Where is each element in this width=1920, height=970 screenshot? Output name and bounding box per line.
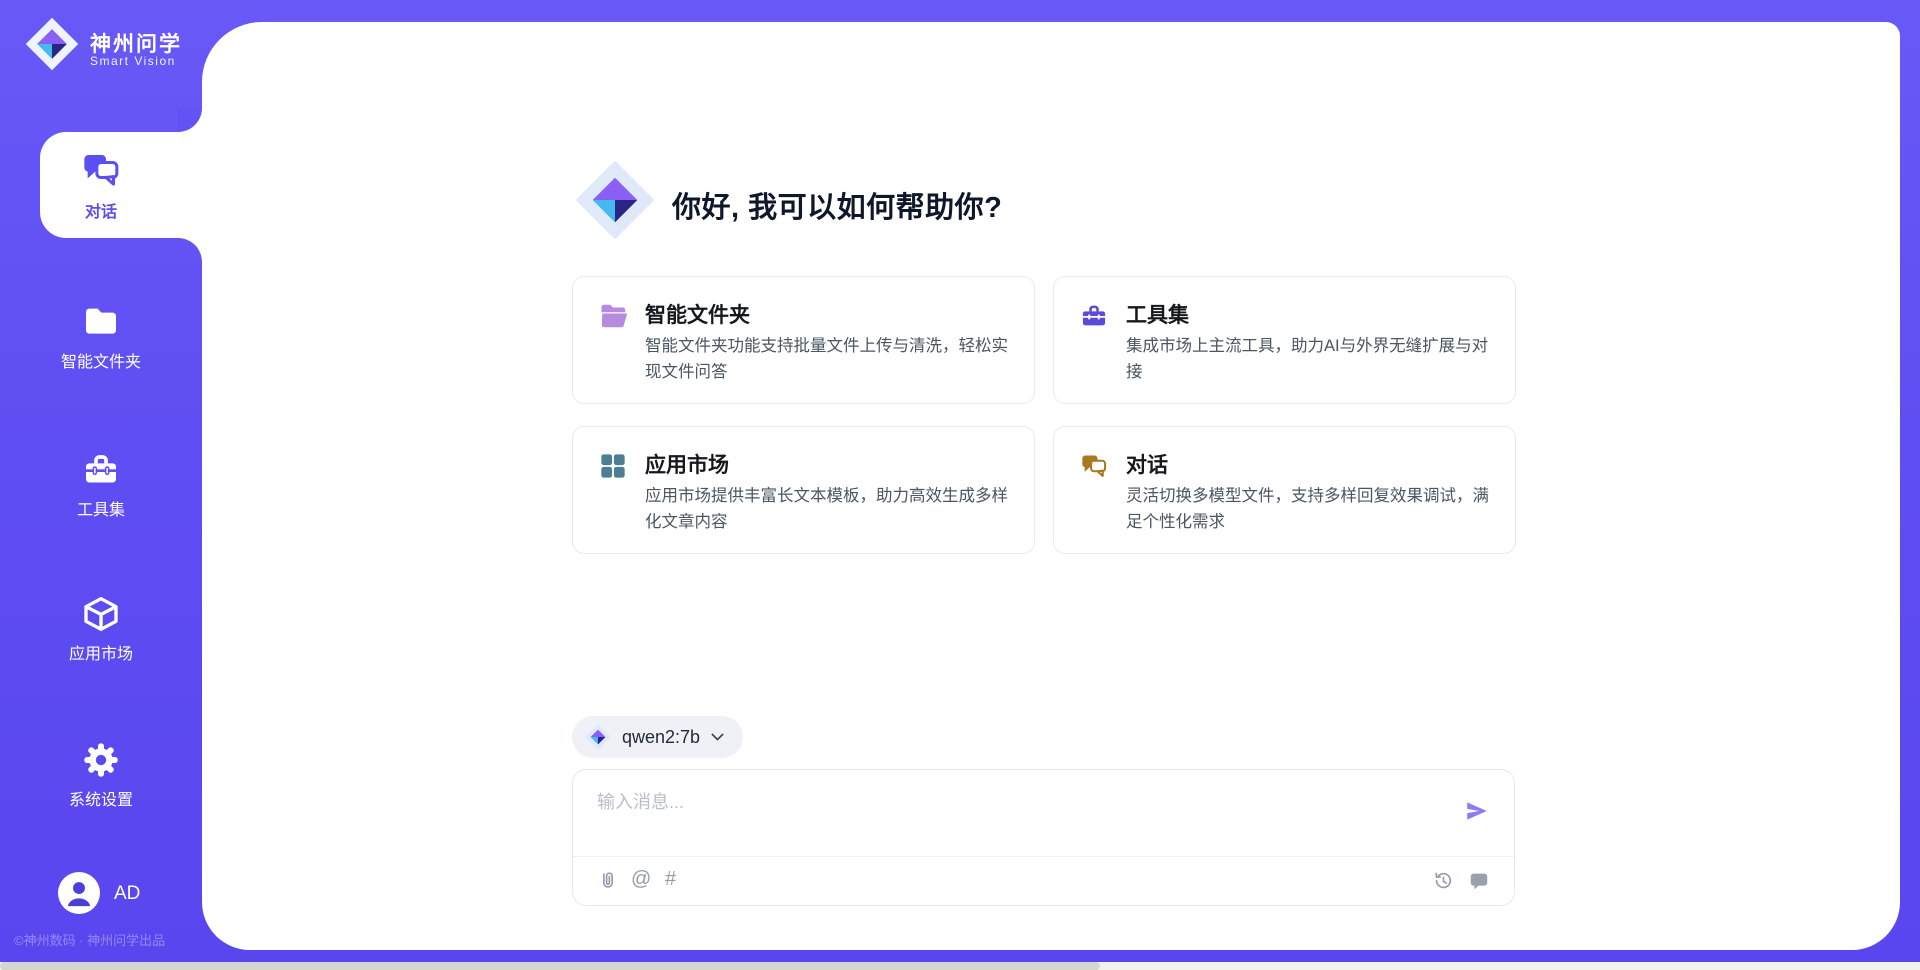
feature-card-toolkit[interactable]: 工具集 集成市场上主流工具，助力AI与外界无缝扩展与对接 xyxy=(1053,276,1516,404)
send-icon[interactable] xyxy=(1464,798,1490,824)
sidebar-item-label: 工具集 xyxy=(0,496,202,520)
folder-open-icon xyxy=(599,302,629,330)
tab-fillet-bottom xyxy=(178,238,202,262)
card-title: 智能文件夹 xyxy=(645,299,750,329)
diamond-logo-icon xyxy=(24,16,80,72)
card-description: 灵活切换多模型文件，支持多样回复效果调试，满足个性化需求 xyxy=(1126,484,1498,535)
sidebar-item-toolkit[interactable]: 工具集 xyxy=(0,444,202,524)
feature-card-smart-folder[interactable]: 智能文件夹 智能文件夹功能支持批量文件上传与清洗，轻松实现文件问答 xyxy=(572,276,1035,404)
card-title: 应用市场 xyxy=(645,449,729,479)
hero-logo xyxy=(573,158,657,247)
diamond-logo-icon xyxy=(584,723,612,751)
message-input[interactable] xyxy=(595,786,1439,818)
sidebar-item-label: 智能文件夹 xyxy=(0,348,202,372)
card-description: 集成市场上主流工具，助力AI与外界无缝扩展与对接 xyxy=(1126,334,1498,385)
footer-credit: ©神州数码 · 神州问学出品 xyxy=(14,930,165,949)
sidebar-item-label: 对话 xyxy=(0,198,202,222)
cube-icon xyxy=(81,594,121,634)
sidebar-item-app-market[interactable]: 应用市场 xyxy=(0,590,202,670)
sidebar-item-label: 应用市场 xyxy=(0,640,202,664)
chat-icon xyxy=(1080,452,1108,480)
history-icon[interactable] xyxy=(1432,870,1454,892)
person-icon xyxy=(58,872,100,914)
avatar xyxy=(58,872,100,914)
sidebar: 神州问学 Smart Vision 对话 智能文件夹 xyxy=(0,0,202,970)
sidebar-item-smart-folder[interactable]: 智能文件夹 xyxy=(0,296,202,376)
message-composer: @ # xyxy=(572,769,1515,906)
sidebar-item-label: 系统设置 xyxy=(0,786,202,810)
chat-bubble-icon[interactable] xyxy=(1468,870,1490,892)
card-title: 对话 xyxy=(1126,449,1168,479)
sidebar-item-chat[interactable]: 对话 xyxy=(0,132,202,238)
card-description: 应用市场提供丰富长文本模板，助力高效生成多样化文章内容 xyxy=(645,484,1017,535)
gear-icon xyxy=(81,740,121,780)
brand-subtitle: Smart Vision xyxy=(90,54,176,68)
chevron-down-icon xyxy=(710,731,725,743)
user-profile[interactable]: AD xyxy=(0,872,202,920)
card-title: 工具集 xyxy=(1126,299,1189,329)
tab-fillet-top xyxy=(178,108,202,132)
scrollbar-thumb[interactable] xyxy=(0,962,1100,970)
briefcase-icon xyxy=(81,450,121,490)
user-initials: AD xyxy=(114,883,140,905)
diamond-logo-icon xyxy=(573,158,657,242)
app-grid-icon xyxy=(599,452,627,480)
feature-card-app-market[interactable]: 应用市场 应用市场提供丰富长文本模板，助力高效生成多样化文章内容 xyxy=(572,426,1035,554)
briefcase-icon xyxy=(1080,302,1108,330)
model-selector[interactable]: qwen2:7b xyxy=(572,716,743,758)
greeting-title: 你好, 我可以如何帮助你? xyxy=(672,184,1002,226)
sidebar-item-settings[interactable]: 系统设置 xyxy=(0,734,202,814)
chat-icon xyxy=(81,150,121,190)
feature-card-chat[interactable]: 对话 灵活切换多模型文件，支持多样回复效果调试，满足个性化需求 xyxy=(1053,426,1516,554)
folder-icon xyxy=(81,302,121,342)
horizontal-scrollbar[interactable] xyxy=(0,962,1920,970)
app-window: 神州问学 Smart Vision 对话 智能文件夹 xyxy=(0,0,1920,970)
attachment-icon[interactable] xyxy=(597,870,619,892)
model-name: qwen2:7b xyxy=(622,727,700,748)
card-description: 智能文件夹功能支持批量文件上传与清洗，轻松实现文件问答 xyxy=(645,334,1017,385)
brand-logo xyxy=(24,16,80,77)
hashtag-icon[interactable]: # xyxy=(665,868,676,891)
mention-icon[interactable]: @ xyxy=(631,868,651,891)
composer-divider xyxy=(573,856,1514,857)
